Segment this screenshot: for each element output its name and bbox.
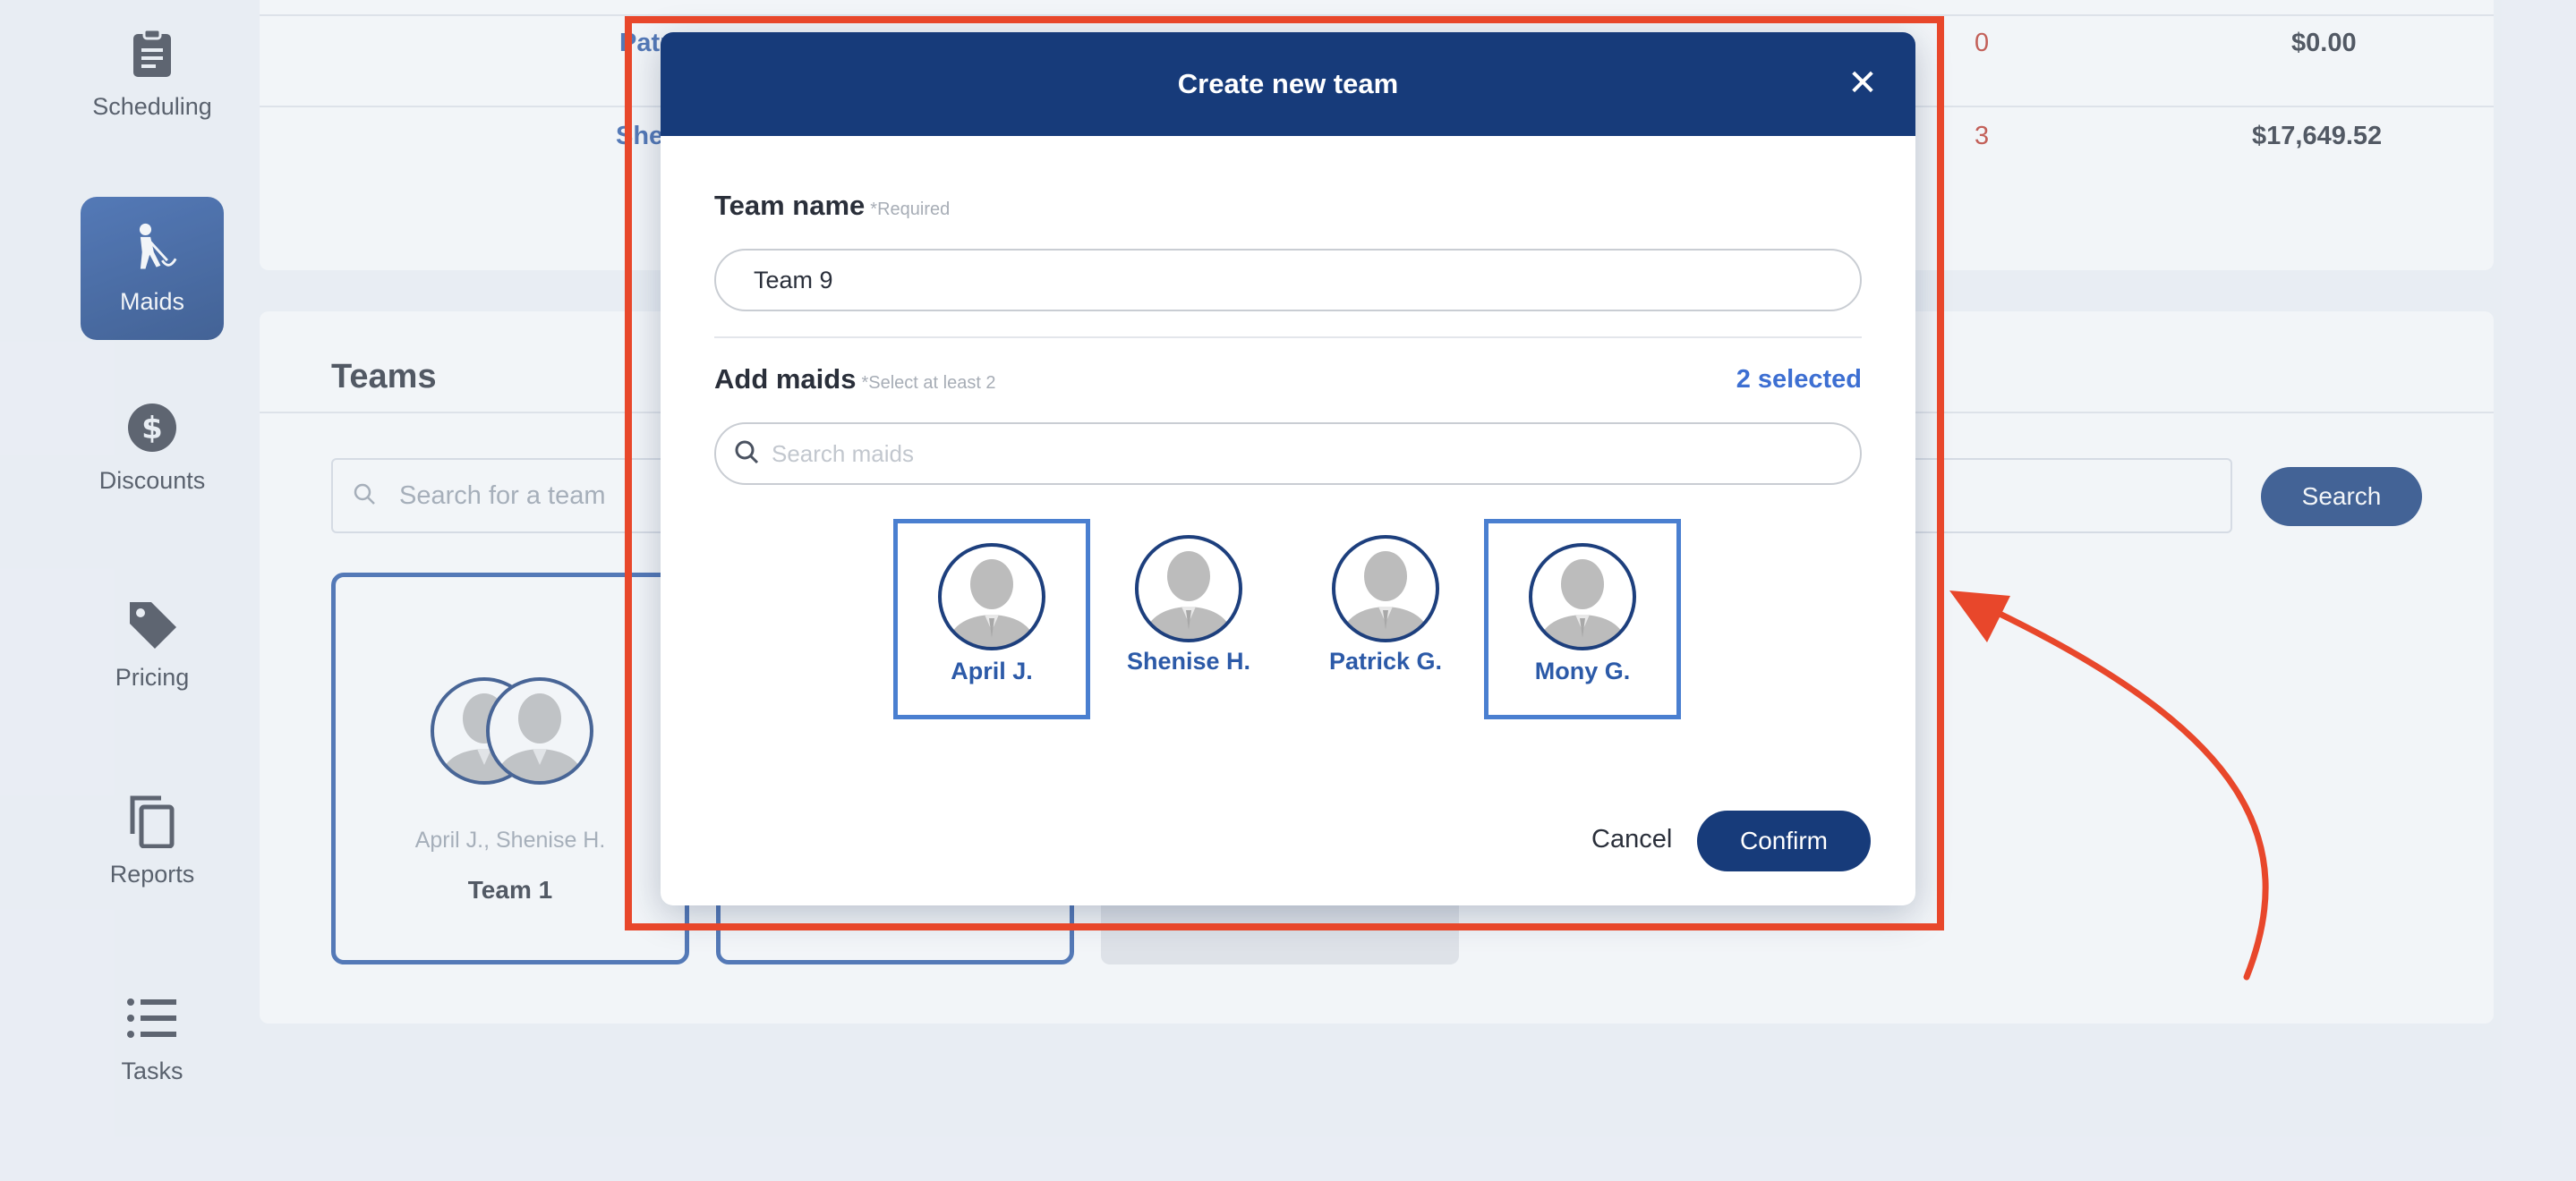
annotation-arrow-icon	[1949, 590, 2269, 981]
highlight-annotation-box	[625, 16, 1944, 930]
